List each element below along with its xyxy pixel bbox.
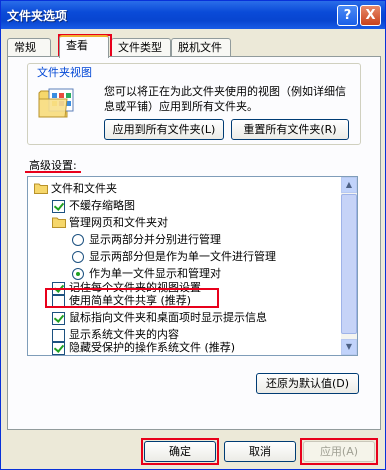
scroll-up-icon[interactable]: ▲ <box>341 177 357 193</box>
checkbox[interactable] <box>52 312 65 325</box>
reset-all-folders-button[interactable]: 重置所有文件夹(R) <box>231 119 349 140</box>
cancel-button[interactable]: 取消 <box>224 441 296 462</box>
list-item-label: 不缓存缩略图 <box>69 199 135 212</box>
radio-button[interactable] <box>72 251 84 263</box>
checkbox[interactable] <box>52 200 65 213</box>
folder-options-dialog: 文件夹选项 ? X 常规 查看 文件类型 脱机文件 文件夹视图 您可以将正在为此… <box>0 0 386 470</box>
checkbox[interactable] <box>52 329 65 342</box>
scroll-thumb[interactable] <box>341 194 357 334</box>
folder-icon <box>52 217 66 228</box>
radio-button[interactable] <box>72 268 84 280</box>
apply-button-highlight <box>300 438 378 465</box>
list-item-label: 隐藏受保护的操作系统文件 (推荐) <box>69 341 236 354</box>
folder-views-title: 文件夹视图 <box>35 64 94 80</box>
tab-general[interactable]: 常规 <box>7 38 51 57</box>
folder-views-icon <box>38 88 74 118</box>
apply-to-all-folders-button[interactable]: 应用到所有文件夹(L) <box>104 119 224 140</box>
title-bar[interactable]: 文件夹选项 ? X <box>1 1 385 29</box>
simple-sharing-highlight <box>45 288 219 308</box>
help-button[interactable]: ? <box>337 5 358 26</box>
advanced-settings-underline <box>25 171 81 173</box>
tab-file-types[interactable]: 文件类型 <box>111 38 171 57</box>
folder-views-description: 您可以将正在为此文件夹使用的视图（例如详细信息或平铺）应用到所有文件夹。 <box>104 85 346 113</box>
close-button[interactable]: X <box>360 5 381 26</box>
ok-button-highlight <box>141 438 219 465</box>
folder-icon <box>34 183 48 194</box>
checkbox[interactable] <box>52 342 65 355</box>
list-item-label: 文件和文件夹 <box>51 182 117 195</box>
list-item-label: 管理网页和文件夹对 <box>69 216 168 229</box>
tab-strip: 常规 查看 文件类型 脱机文件 <box>7 35 383 58</box>
advanced-settings-list[interactable]: 文件和文件夹 不缓存缩略图 管理网页和文件夹对 显示两部分并分别进行管理 显示两… <box>27 176 358 356</box>
list-item-label: 显示两部分但是作为单一文件进行管理 <box>89 250 276 263</box>
tab-offline-files[interactable]: 脱机文件 <box>171 38 231 57</box>
radio-button[interactable] <box>72 234 84 246</box>
list-item-label: 显示两部分并分别进行管理 <box>89 233 221 246</box>
vertical-scrollbar[interactable]: ▲ ▼ <box>341 177 357 355</box>
scroll-down-icon[interactable]: ▼ <box>341 339 357 355</box>
window-title: 文件夹选项 <box>7 9 68 23</box>
restore-defaults-button[interactable]: 还原为默认值(D) <box>256 373 359 394</box>
list-item-label: 鼠标指向文件夹和桌面项时显示提示信息 <box>69 311 267 324</box>
tab-view[interactable]: 查看 <box>59 35 109 58</box>
